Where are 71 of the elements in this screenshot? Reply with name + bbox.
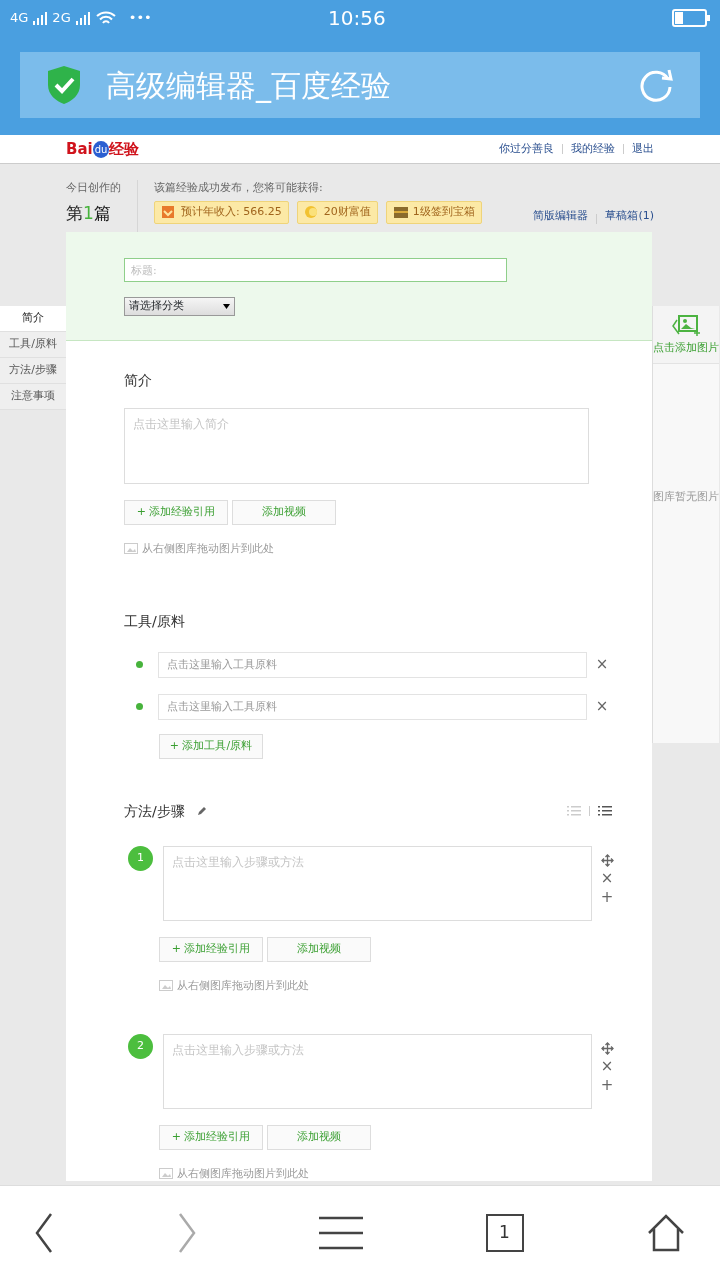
pencil-icon[interactable]: [196, 806, 207, 817]
clock: 10:56: [327, 5, 387, 32]
insert-button[interactable]: +: [600, 889, 614, 905]
add-button[interactable]: + 添加经验引用: [124, 500, 228, 525]
add-image-button[interactable]: 点击添加图片: [653, 306, 719, 364]
insert-button[interactable]: +: [600, 1077, 614, 1093]
bullet-dot: [136, 661, 143, 669]
shield-check-icon: [46, 65, 82, 105]
sidebar-item[interactable]: 工具/原料: [0, 332, 66, 358]
signal-icon: [32, 11, 49, 25]
tool-field[interactable]: 点击这里输入工具原料: [158, 651, 587, 678]
income-icon: [161, 205, 177, 219]
drop-hint: 从右侧图库拖动图片到此处: [177, 977, 309, 993]
title-field[interactable]: 标题:: [124, 258, 507, 282]
remove-button[interactable]: ×: [600, 1058, 614, 1074]
more-indicator: •••: [128, 9, 152, 28]
coin-icon: [303, 205, 320, 219]
sidebar-item[interactable]: 简介: [0, 306, 66, 332]
section-heading: 简介: [124, 371, 153, 390]
section-heading: 方法/步骤: [124, 801, 185, 821]
home-icon[interactable]: [646, 1213, 686, 1253]
back-icon[interactable]: [34, 1212, 54, 1254]
page-title: 高级编辑器_百度经验: [106, 66, 392, 105]
stats-label: 今日创作的: [66, 180, 121, 196]
article-count: 第1篇: [66, 201, 112, 225]
editor-link[interactable]: 简版编辑器: [533, 207, 589, 224]
category-select[interactable]: 请选择分类: [124, 297, 235, 316]
add-button[interactable]: + 添加经验引用: [159, 1124, 263, 1150]
battery-icon: [672, 9, 710, 27]
editor-link[interactable]: 草稿箱(1): [605, 207, 654, 224]
add-button[interactable]: 添加视频: [267, 936, 371, 962]
add-button[interactable]: + 添加经验引用: [159, 936, 263, 962]
sidebar-item[interactable]: 注意事项: [0, 384, 66, 410]
chest-icon: [392, 205, 409, 219]
menu-icon[interactable]: [319, 1215, 363, 1251]
reward-intro: 该篇经验成功发布，您将可能获得:: [154, 180, 324, 196]
site-logo[interactable]: Bai du经验: [66, 137, 140, 161]
drop-hint: 从右侧图库拖动图片到此处: [142, 541, 274, 556]
drop-hint: 从右侧图库拖动图片到此处: [177, 1165, 309, 1181]
tool-field[interactable]: 点击这里输入工具原料: [158, 693, 587, 720]
header-link[interactable]: 你过分善良: [499, 140, 554, 158]
image-add-icon: [671, 313, 701, 336]
step-number: 1: [128, 845, 153, 871]
wifi-icon: [94, 10, 117, 26]
reward-badge: 预计年收入: 566.25: [154, 200, 289, 224]
add-button[interactable]: 添加视频: [232, 500, 336, 525]
network-label: 2G: [52, 9, 71, 28]
remove-button[interactable]: ×: [600, 870, 614, 886]
image-icon: [159, 980, 173, 992]
image-icon: [159, 1167, 173, 1179]
header-link[interactable]: 我的经验: [571, 140, 615, 158]
section-heading: 工具/原料: [124, 611, 186, 631]
tabs-button[interactable]: 1: [485, 1214, 524, 1252]
bullet-dot: [136, 703, 143, 711]
header-link[interactable]: 退出: [632, 140, 654, 158]
network-label: 4G: [10, 9, 29, 28]
image-icon: [124, 543, 138, 555]
remove-button[interactable]: ×: [595, 657, 609, 673]
signal-icon: [74, 11, 91, 25]
move-icon[interactable]: [600, 1041, 614, 1055]
remove-button[interactable]: ×: [595, 699, 609, 715]
move-icon[interactable]: [600, 853, 614, 867]
caret-icon: [223, 304, 230, 309]
empty-gallery-text: 图库暂无图片: [653, 489, 719, 504]
reward-badge: 1级签到宝箱: [385, 200, 482, 224]
step-number: 2: [128, 1033, 153, 1059]
add-button[interactable]: + 添加工具/原料: [159, 733, 263, 759]
reward-badge: 20财富值: [296, 200, 378, 224]
add-button[interactable]: 添加视频: [267, 1124, 371, 1150]
list-icon[interactable]: [598, 805, 612, 818]
sidebar-item[interactable]: 方法/步骤: [0, 358, 66, 384]
